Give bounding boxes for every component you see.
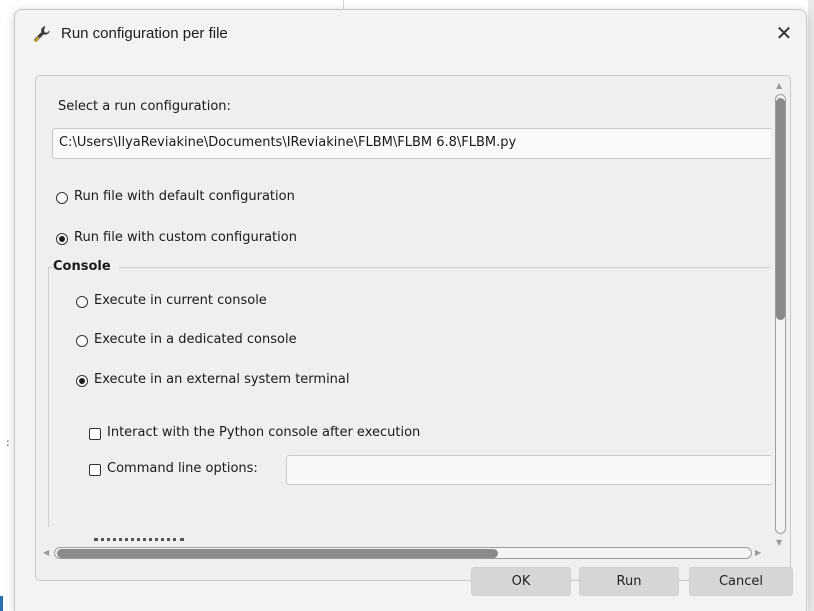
radio-external-terminal[interactable] <box>76 375 88 387</box>
console-group-border <box>48 267 771 268</box>
console-group-title: Console <box>53 259 119 274</box>
dialog-title: Run configuration per file <box>61 25 228 42</box>
scroll-right-icon[interactable]: ▶ <box>755 548 761 557</box>
ok-button[interactable]: OK <box>471 567 571 596</box>
select-configuration-label: Select a run configuration: <box>58 99 231 114</box>
console-group-border-left <box>48 267 49 527</box>
radio-current-console[interactable] <box>76 296 88 308</box>
radio-custom-config[interactable] <box>56 233 68 245</box>
wrench-icon <box>32 24 52 44</box>
radio-external-terminal-label[interactable]: Execute in an external system terminal <box>94 372 350 387</box>
radio-current-console-label[interactable]: Execute in current console <box>94 293 267 308</box>
scroll-down-icon[interactable]: ▼ <box>776 538 782 547</box>
background-window-edge <box>808 0 814 611</box>
radio-default-config-label[interactable]: Run file with default configuration <box>74 189 295 204</box>
scroll-up-icon[interactable]: ▲ <box>776 81 782 90</box>
scroll-area: Select a run configuration: C:\Users\Ily… <box>35 75 791 581</box>
cancel-button[interactable]: Cancel <box>689 567 793 596</box>
command-line-options-label[interactable]: Command line options: <box>107 461 258 476</box>
radio-custom-config-label[interactable]: Run file with custom configuration <box>74 230 297 245</box>
background-window-fragment: : <box>6 436 10 449</box>
scroll-left-icon[interactable]: ◀ <box>43 548 49 557</box>
interact-python-console-label[interactable]: Interact with the Python console after e… <box>107 425 420 440</box>
command-line-options-input[interactable] <box>286 455 771 485</box>
interact-python-console-checkbox[interactable] <box>89 428 101 440</box>
radio-dedicated-console-label[interactable]: Execute in a dedicated console <box>94 332 297 347</box>
run-configuration-dialog: Run configuration per file ✕ Select a ru… <box>14 9 807 611</box>
run-button[interactable]: Run <box>579 567 679 596</box>
background-window-divider <box>343 0 344 9</box>
vertical-scrollbar[interactable]: ▲ ▼ <box>771 76 790 564</box>
radio-default-config[interactable] <box>56 192 68 204</box>
close-icon[interactable]: ✕ <box>772 22 796 46</box>
scroll-content: Select a run configuration: C:\Users\Ily… <box>36 76 771 564</box>
file-path-field[interactable]: C:\Users\IlyaReviakine\Documents\IReviak… <box>52 128 771 159</box>
dialog-titlebar[interactable]: Run configuration per file ✕ <box>15 10 806 58</box>
background-window-accent <box>0 596 3 611</box>
horizontal-scrollbar[interactable]: ◀ ▶ <box>36 545 771 563</box>
command-line-options-checkbox[interactable] <box>89 464 101 476</box>
horizontal-scroll-thumb[interactable] <box>57 549 498 558</box>
radio-dedicated-console[interactable] <box>76 335 88 347</box>
vertical-scroll-thumb[interactable] <box>776 98 785 320</box>
